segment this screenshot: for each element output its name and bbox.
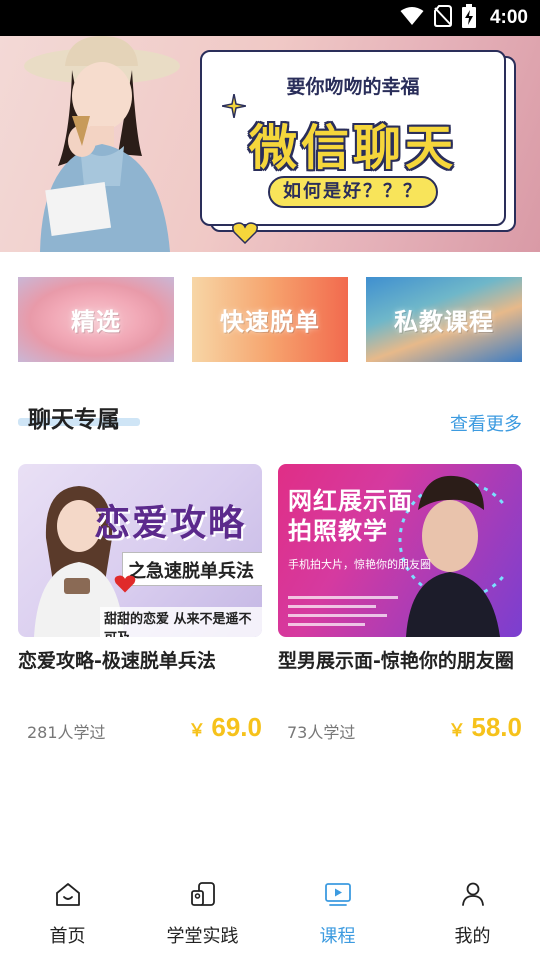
wifi-icon	[400, 6, 424, 30]
course-thumbnail: 网红展示面 拍照教学 手机拍大片，惊艳你的朋友圈	[278, 464, 522, 637]
course-list: 恋爱攻略 之急速脱单兵法 甜甜的恋爱 从来不是遥不可及 恋爱攻略-极速脱单兵法 …	[18, 464, 522, 754]
status-time: 4:00	[489, 7, 528, 28]
bottom-nav: 首页 学堂实践 课程 我的	[0, 868, 540, 960]
banner-headline: 微信聊天	[248, 120, 457, 176]
category-tile-private-course[interactable]: 私教课程	[366, 277, 522, 362]
price-amount: 69.0	[211, 712, 262, 742]
home-icon	[55, 883, 80, 906]
thumbnail-tagline: 甜甜的恋爱 从来不是遥不可及	[100, 607, 262, 637]
nav-item-profile[interactable]: 我的	[405, 868, 540, 960]
no-sim-icon	[433, 5, 452, 31]
status-icons: 4:00	[400, 0, 528, 36]
course-title: 型男展示面-惊艳你的朋友圈	[278, 650, 514, 672]
heart-icon	[232, 222, 258, 244]
price-amount: 58.0	[471, 712, 522, 742]
category-tile-quick-dating[interactable]: 快速脱单	[192, 277, 348, 362]
course-price: ￥ 58.0	[448, 712, 522, 743]
status-bar: 4:00	[0, 0, 540, 36]
see-more-link[interactable]: 查看更多	[450, 410, 522, 436]
category-label: 精选	[71, 308, 121, 336]
category-label: 快速脱单	[220, 308, 320, 336]
profile-icon	[461, 882, 484, 906]
nav-item-home[interactable]: 首页	[0, 868, 135, 960]
promo-banner[interactable]: 要你吻吻的幸福 微信聊天 如何是好？？？	[0, 36, 540, 252]
thumbnail-title-line: 拍照教学	[288, 517, 388, 545]
nav-item-practice[interactable]: 学堂实践	[135, 868, 270, 960]
nav-item-courses[interactable]: 课程	[270, 868, 405, 960]
course-title: 恋爱攻略-极速脱单兵法	[18, 650, 216, 672]
nav-label: 首页	[49, 926, 86, 947]
thumbnail-title-line: 网红展示面	[288, 487, 413, 515]
thumbnail-title: 网红展示面 拍照教学	[288, 486, 413, 546]
section-title: 聊天专属	[28, 407, 120, 433]
currency-symbol: ￥	[448, 721, 466, 741]
nav-label: 学堂实践	[166, 926, 239, 947]
course-thumbnail: 恋爱攻略 之急速脱单兵法 甜甜的恋爱 从来不是遥不可及	[18, 464, 262, 637]
sparkle-icon	[222, 94, 246, 118]
video-course-icon	[324, 883, 351, 906]
currency-symbol: ￥	[188, 721, 206, 741]
banner-woman-illustration	[24, 36, 180, 252]
nav-label: 课程	[319, 926, 356, 947]
banner-subtitle: 要你吻吻的幸福	[286, 76, 420, 98]
thumbnail-text-lines	[288, 596, 398, 632]
thumbnail-subtitle: 手机拍大片，惊艳你的朋友圈	[288, 558, 431, 571]
category-tile-featured[interactable]: 精选	[18, 277, 174, 362]
heart-icon	[114, 575, 136, 593]
course-learners: 281人学过	[27, 723, 106, 742]
banner-card: 要你吻吻的幸福 微信聊天 如何是好？？？	[200, 50, 506, 244]
category-row: 精选 快速脱单 私教课程	[18, 277, 522, 362]
course-learners: 73人学过	[287, 723, 356, 742]
category-label: 私教课程	[394, 308, 494, 336]
course-card[interactable]: 网红展示面 拍照教学 手机拍大片，惊艳你的朋友圈 型男展示面-惊艳你的朋友圈 7…	[278, 464, 522, 754]
practice-icon	[190, 882, 215, 906]
battery-charging-icon	[461, 4, 476, 32]
nav-label: 我的	[454, 926, 491, 947]
thumbnail-band-text: 之急速脱单兵法	[128, 561, 254, 582]
thumbnail-title: 恋爱攻略	[94, 503, 247, 544]
course-price: ￥ 69.0	[188, 712, 262, 743]
banner-pill: 如何是好？？？	[268, 176, 438, 208]
course-card[interactable]: 恋爱攻略 之急速脱单兵法 甜甜的恋爱 从来不是遥不可及 恋爱攻略-极速脱单兵法 …	[18, 464, 262, 754]
